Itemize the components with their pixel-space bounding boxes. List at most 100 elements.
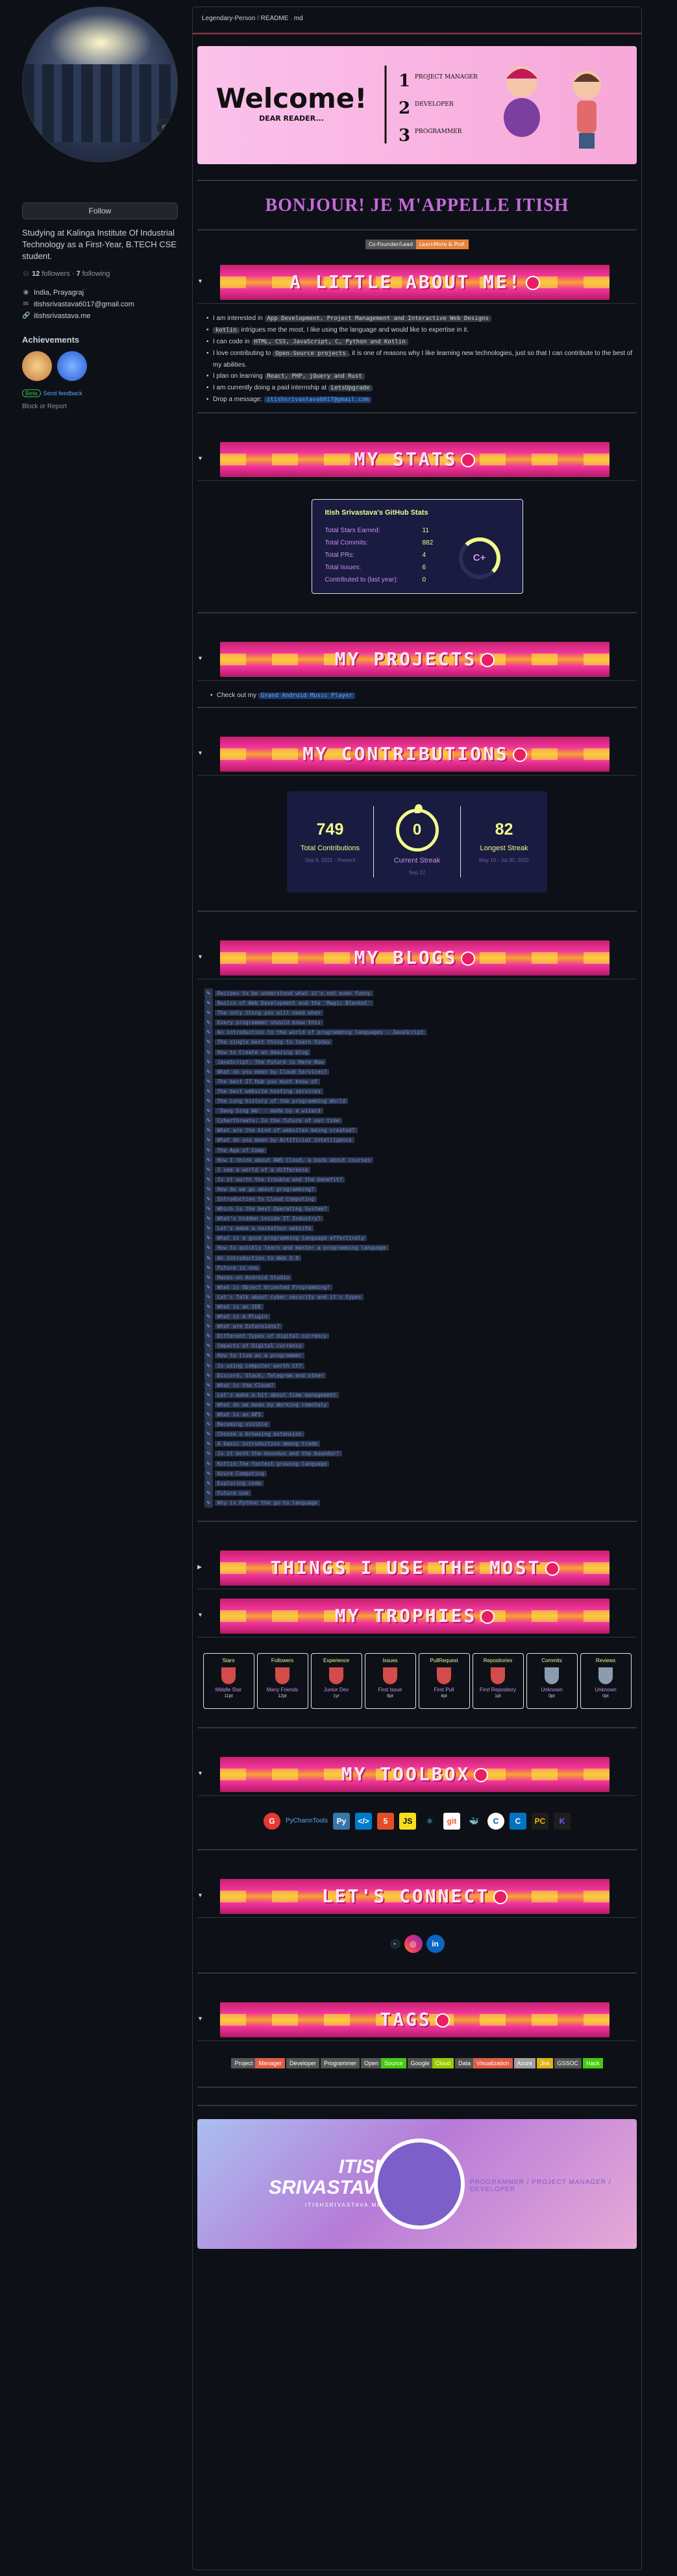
- blog-item[interactable]: ✎ Let's make a bit about time management: [204, 1390, 641, 1400]
- trophy-card[interactable]: Issues First Issue 6pt: [364, 1652, 416, 1709]
- learnmore-badge[interactable]: LearnMore & Prof.: [416, 239, 469, 249]
- section-contributions[interactable]: ▼ MY CONTRIBUTIONS: [197, 730, 637, 776]
- blog-title[interactable]: Becoming visible: [214, 1421, 270, 1428]
- blog-item[interactable]: ✎ Different types of digital currency: [204, 1331, 641, 1342]
- avatar[interactable]: ☺: [22, 6, 178, 162]
- blog-item[interactable]: ✎ I see a world of a difference: [204, 1164, 641, 1175]
- tag-badge[interactable]: Developer: [286, 2057, 319, 2068]
- blog-title[interactable]: The only thing you will need when: [214, 1010, 323, 1016]
- blog-item[interactable]: ✎ 'Dang Sing We' - made by a wizard: [204, 1106, 641, 1116]
- blog-item[interactable]: ✎ Is it both the boondus and the boundor?: [204, 1449, 641, 1459]
- blog-title[interactable]: Discord, Slack, Telegram and other: [214, 1372, 326, 1379]
- blog-item[interactable]: ✎ The best IT Hub you must know of: [204, 1076, 641, 1086]
- expand-arrow-icon[interactable]: ▼: [197, 455, 203, 461]
- blog-item[interactable]: ✎ Impacts of Digital currency: [204, 1341, 641, 1351]
- block-report-link[interactable]: Block or Report: [22, 403, 178, 410]
- blog-item[interactable]: ✎ How I think about AWS Cloud, a book abo…: [204, 1155, 641, 1165]
- trophy-card[interactable]: Reviews Unknown 0pt: [580, 1652, 632, 1709]
- blog-title[interactable]: How to live as a programmer: [214, 1353, 304, 1359]
- expand-arrow-icon[interactable]: ▼: [197, 1892, 203, 1898]
- tag-badge[interactable]: Open: [361, 2057, 382, 2068]
- section-things[interactable]: ▶ THINGS I USE THE MOST: [197, 1544, 637, 1589]
- blog-item[interactable]: ✎ What is Object Oriented Programming?: [204, 1282, 641, 1292]
- linkedin-icon[interactable]: in: [426, 1934, 445, 1953]
- blog-item[interactable]: ✎ A basic introduction among trade: [204, 1439, 641, 1449]
- section-connect[interactable]: ▼ LET'S CONNECT: [197, 1872, 637, 1918]
- trophy-card[interactable]: PullRequest First Pull 4pt: [418, 1652, 470, 1709]
- blog-item[interactable]: ✎ An introduction to the world of program…: [204, 1027, 641, 1038]
- blog-title[interactable]: Future use: [214, 1490, 251, 1496]
- website-link[interactable]: itishsrivastava.me: [34, 310, 90, 322]
- blog-item[interactable]: ✎ An introduction to Web 3.0: [204, 1253, 641, 1263]
- tag-badge[interactable]: Hack: [583, 2057, 603, 2068]
- blog-title[interactable]: Let's make a hackathon website: [214, 1225, 314, 1232]
- blog-item[interactable]: ✎ Future use: [204, 1488, 641, 1498]
- blog-title[interactable]: A basic introduction among trade: [214, 1441, 320, 1447]
- email-code-link[interactable]: itishsrivastava6017@gmail.com: [264, 397, 372, 403]
- tag-badge[interactable]: Project: [231, 2057, 256, 2068]
- blog-item[interactable]: ✎ What do you mean by Artificial intellig…: [204, 1135, 641, 1146]
- following-label[interactable]: following: [82, 270, 110, 278]
- blog-title[interactable]: Different types of digital currency: [214, 1333, 330, 1340]
- following-count[interactable]: 7: [77, 270, 80, 278]
- blog-title[interactable]: I see a world of a difference: [214, 1166, 311, 1173]
- blog-item[interactable]: ✎ How to Create an Amazing blog: [204, 1047, 641, 1057]
- blog-item[interactable]: ✎ Introduction to Cloud Computing: [204, 1194, 641, 1205]
- blog-title[interactable]: Let's Talk about cyber security and it's…: [214, 1294, 364, 1300]
- trophy-card[interactable]: Repositories First Repository 1pt: [472, 1652, 524, 1709]
- blog-title[interactable]: What do you mean by Cloud Services?: [214, 1068, 330, 1075]
- blog-item[interactable]: ✎ The single best thing to learn today: [204, 1037, 641, 1048]
- blog-item[interactable]: ✎ How do we go about programming?: [204, 1184, 641, 1194]
- blog-title[interactable]: Exploring code: [214, 1480, 264, 1486]
- blog-item[interactable]: ✎ What is a Plugin: [204, 1312, 641, 1322]
- blog-title[interactable]: Introduction to Cloud Computing: [214, 1196, 317, 1202]
- section-about[interactable]: ▼ A LITTLE ABOUT ME!: [197, 258, 637, 304]
- tag-badge[interactable]: Azure: [513, 2057, 536, 2068]
- blog-item[interactable]: ✎ How to live as a programmer: [204, 1351, 641, 1361]
- expand-arrow-icon[interactable]: ▼: [197, 655, 203, 661]
- breadcrumb-file[interactable]: md: [294, 15, 303, 22]
- collapse-arrow-icon[interactable]: ▶: [197, 1564, 202, 1571]
- blog-title[interactable]: How do we go about programming?: [214, 1186, 317, 1192]
- blog-item[interactable]: ✎ Kotlin:The fastest growing language: [204, 1458, 641, 1469]
- blog-item[interactable]: ✎ Exploring code: [204, 1478, 641, 1488]
- blog-title[interactable]: Is using computer worth it?: [214, 1362, 304, 1369]
- breadcrumb-repo[interactable]: README: [261, 15, 289, 22]
- blog-title[interactable]: What is the Cloud?: [214, 1382, 277, 1388]
- blog-title[interactable]: How to quickly learn and master a progra…: [214, 1245, 389, 1251]
- expand-arrow-icon[interactable]: ▼: [197, 278, 203, 284]
- tag-badge[interactable]: Visualization: [473, 2057, 513, 2068]
- blog-item[interactable]: ✎ Is using computer worth it?: [204, 1360, 641, 1371]
- trophy-card[interactable]: Experience Junior Dev 1yr: [310, 1652, 362, 1709]
- blog-title[interactable]: The Long history of the programming Worl…: [214, 1098, 349, 1105]
- project-link[interactable]: Grand Android Music Player: [258, 693, 355, 699]
- blog-title[interactable]: The best website hosting services: [214, 1088, 323, 1094]
- blog-item[interactable]: ✎ Discord, Slack, Telegram and other: [204, 1370, 641, 1380]
- expand-arrow-icon[interactable]: ▼: [197, 1612, 203, 1618]
- blog-item[interactable]: ✎ Recipes to be understood what it's not …: [204, 988, 641, 999]
- blog-item[interactable]: ✎ Is it worth the trouble and the benefit…: [204, 1174, 641, 1184]
- blog-item[interactable]: ✎ What are the kind of websites being cre…: [204, 1125, 641, 1136]
- blog-title[interactable]: Which is the best Operating System?: [214, 1206, 330, 1212]
- blog-item[interactable]: ✎ Cyberthreats: Is the future of our time: [204, 1116, 641, 1126]
- blog-title[interactable]: An introduction to the world of programm…: [214, 1029, 426, 1036]
- blog-item[interactable]: ✎ What is an API: [204, 1410, 641, 1420]
- expand-arrow-icon[interactable]: ▼: [197, 953, 203, 960]
- blog-title[interactable]: What is Object Oriented Programming?: [214, 1284, 333, 1290]
- blog-item[interactable]: ✎ What do we mean by Working remotely: [204, 1399, 641, 1410]
- tag-badge[interactable]: Manager: [255, 2057, 285, 2068]
- blog-item[interactable]: ✎ Choose a browsing extension: [204, 1429, 641, 1440]
- breadcrumb-user[interactable]: Legendary-Person: [202, 15, 255, 22]
- blog-item[interactable]: ✎ What do you mean by Cloud Services?: [204, 1066, 641, 1077]
- section-toolbox[interactable]: ▼ MY TOOLBOX: [197, 1750, 637, 1796]
- blog-title[interactable]: What is a Plugin: [214, 1314, 270, 1320]
- blog-title[interactable]: Kotlin:The fastest growing language: [214, 1460, 330, 1467]
- cofounder-badge[interactable]: Co-Founder/Lead: [365, 239, 417, 249]
- followers-label[interactable]: followers: [42, 270, 69, 278]
- tag-badge[interactable]: Jira: [537, 2057, 553, 2068]
- blog-title[interactable]: What do you mean by Artificial intellige…: [214, 1137, 354, 1144]
- blog-title[interactable]: 'Dang Sing We' - made by a wizard: [214, 1108, 323, 1114]
- blog-item[interactable]: ✎ The best website hosting services: [204, 1086, 641, 1097]
- blog-title[interactable]: How I think about AWS Cloud, a book abou…: [214, 1157, 373, 1163]
- section-stats[interactable]: ▼ MY STATS: [197, 435, 637, 481]
